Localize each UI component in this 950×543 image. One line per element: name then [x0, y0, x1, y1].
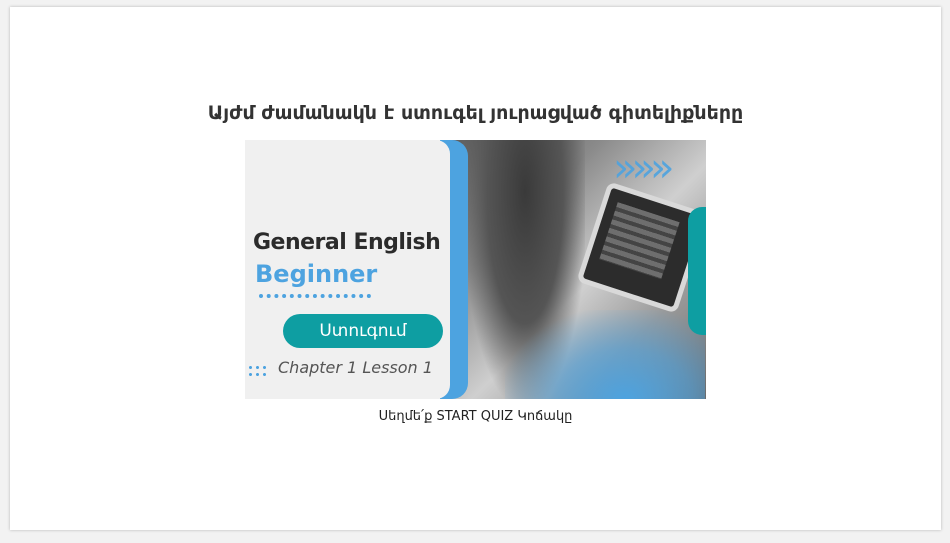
course-banner-image: »»» General English Beginner Ստուգում Ch… — [245, 140, 706, 399]
dotted-underline — [259, 294, 371, 298]
banner-teal-tab — [688, 207, 706, 335]
dots-icon — [247, 364, 269, 378]
lesson-card: Այժմ ժամանակն է ստուգել յուրացված գիտելի… — [10, 7, 941, 530]
chapter-label: Chapter 1 Lesson 1 — [278, 358, 433, 377]
banner-level: Beginner — [255, 260, 378, 288]
banner-title: General English — [253, 230, 441, 255]
blue-halftone-overlay — [505, 310, 705, 399]
tablet-illustration — [576, 181, 706, 314]
page-heading: Այժմ ժամանակն է ստուգել յուրացված գիտելի… — [207, 102, 744, 124]
chevrons-icon: »»» — [613, 145, 674, 191]
instruction-text: Սեղմե՛ք START QUIZ Կոճակը — [378, 409, 573, 424]
check-pill: Ստուգում — [283, 314, 443, 348]
